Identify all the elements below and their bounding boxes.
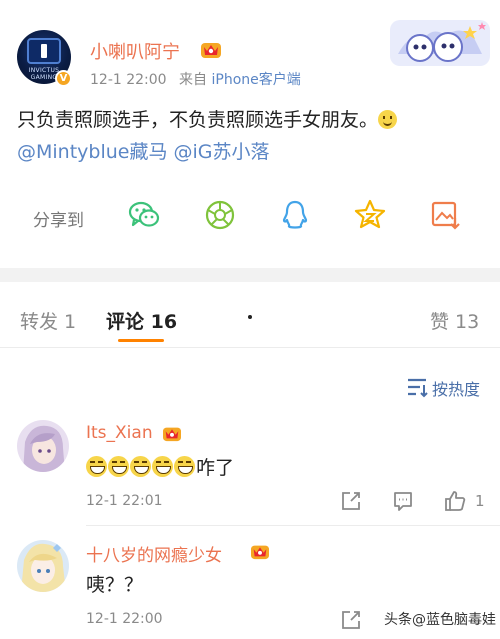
post-text: 只负责照顾选手，不负责照顾选手女朋友。 [17,109,379,131]
cartoon-sticker-icon [390,20,490,66]
tab-repost[interactable]: 转发 1 [20,307,76,334]
comment-time: 12-1 22:00 [86,611,163,627]
grin-emoji-icon [174,456,195,477]
source-link[interactable]: iPhone客户端 [211,72,300,88]
anime-girl-avatar-icon [17,540,69,592]
comment-body: 咋了 [196,457,235,479]
commenter-name[interactable]: 十八岁的网瘾少女 [86,541,222,566]
commenter-avatar[interactable] [17,540,69,592]
vip-crown-icon [201,43,221,58]
verified-icon: V [55,70,72,87]
qq-icon[interactable] [278,198,312,232]
grin-emoji-icon [130,456,151,477]
mention-mintyblue[interactable]: @Mintyblue藏马 [17,141,167,163]
commenter-avatar[interactable] [17,420,69,472]
share-row: 分享到 [0,193,500,241]
smile-emoji-icon [378,110,398,129]
anime-girl-avatar-icon [17,420,69,472]
tab-likes[interactable]: 赞 13 [430,307,479,334]
comment-divider [86,525,500,526]
vip-crown-icon [163,427,181,442]
repost-icon[interactable] [340,609,362,631]
commenter-name[interactable]: Its_Xian [86,423,153,443]
post-content: 只负责照顾选手，不负责照顾选手女朋友。 @Mintyblue藏马 @iG苏小落 [17,104,487,168]
comment-text: 咋了 [86,453,234,480]
mention-ig-suxiaoluo[interactable]: @iG苏小落 [174,141,270,163]
source-prefix: 来自 [179,72,208,88]
grin-emoji-icon [108,456,129,477]
sort-icon [408,378,428,398]
like-icon[interactable] [443,489,467,513]
sort-label: 按热度 [432,380,481,399]
like-count: 1 [475,492,485,510]
comment-body: 咦？？ [86,574,144,596]
comment-time: 12-1 22:01 [86,493,163,509]
active-tab-indicator [118,339,164,342]
moments-icon[interactable] [203,198,237,232]
weibo-post: INVICTUS GAMING V 小喇叭阿宁 12-1 22:00 来自 iP… [0,0,500,268]
grin-emoji-icon [152,456,173,477]
grin-emoji-icon [86,456,107,477]
post-meta: 12-1 22:00 来自 iPhone客户端 [90,69,301,89]
dot-marker [248,315,252,319]
interaction-tabs: 转发 1 评论 16 赞 13 [0,282,500,348]
reply-icon[interactable] [392,490,414,512]
section-separator [0,268,500,282]
watermark: 头条@蓝色脑毒娃 [380,608,500,630]
qzone-icon[interactable] [353,198,387,232]
wechat-icon[interactable] [127,198,161,232]
tab-comments[interactable]: 评论 16 [106,307,177,334]
save-image-icon[interactable] [428,198,462,232]
author-name[interactable]: 小喇叭阿宁 [90,38,180,64]
post-time: 12-1 22:00 [90,72,167,88]
repost-icon[interactable] [340,490,362,512]
ig-logo-icon [27,38,61,64]
vip-crown-icon [251,545,269,560]
share-label: 分享到 [33,211,84,231]
